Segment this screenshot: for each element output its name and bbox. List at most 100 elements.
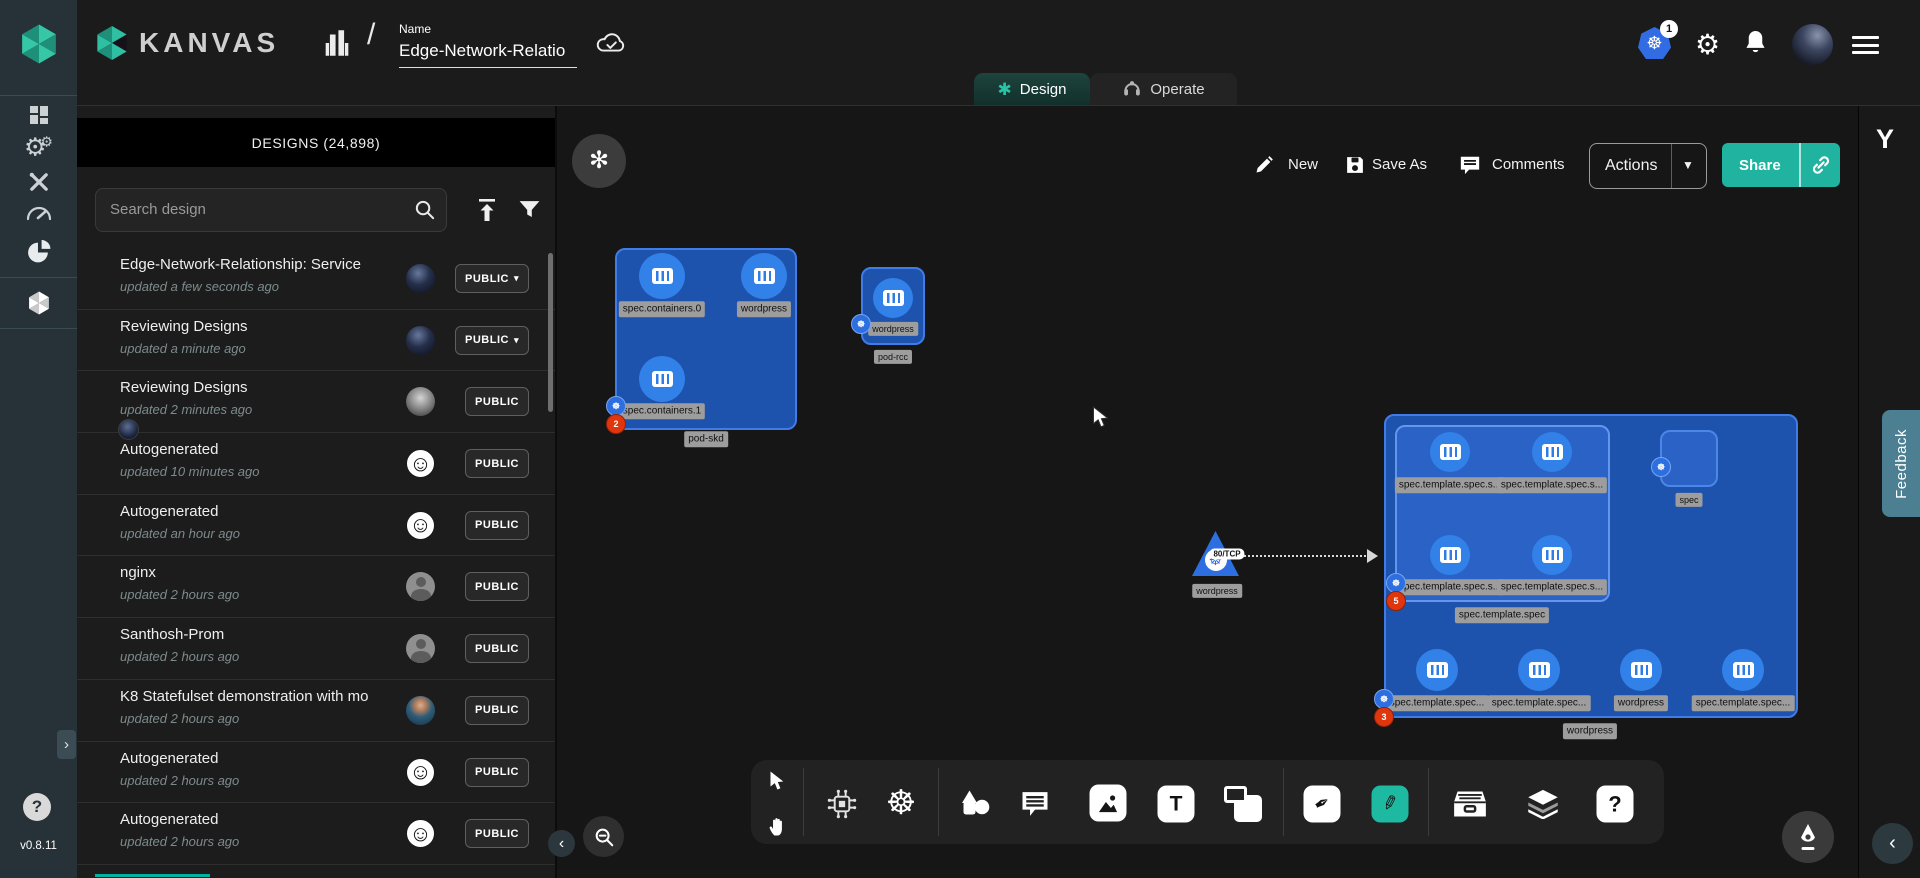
visibility-badge[interactable]: PUBLIC (465, 511, 529, 540)
visibility-badge[interactable]: PUBLIC (465, 634, 529, 663)
pan-hand-tool-icon[interactable] (768, 816, 789, 837)
dashboard-icon[interactable] (27, 103, 51, 127)
design-list-item[interactable]: Reviewing Designs updated a minute ago P… (77, 310, 555, 372)
component-chip-tool-icon[interactable] (825, 787, 859, 821)
visibility-dropdown[interactable]: PUBLIC▾ (455, 326, 529, 355)
tab-operate[interactable]: Operate (1090, 73, 1237, 105)
kubernetes-badge[interactable]: ☸ (851, 314, 871, 334)
chevron-down-icon[interactable]: ▼ (1682, 158, 1694, 172)
design-list-item[interactable]: Reviewing Designs updated 2 minutes ago … (77, 371, 555, 433)
kubernetes-badge[interactable]: ☸ (606, 396, 626, 416)
save-as-icon[interactable] (1345, 155, 1366, 176)
container-node[interactable] (873, 278, 913, 318)
text-tool-icon[interactable]: T (1158, 786, 1195, 823)
container-node[interactable] (1722, 649, 1764, 691)
design-list-item[interactable]: Autogenerated updated 10 minutes ago PUB… (77, 433, 555, 495)
tab-design[interactable]: ✱ Design (974, 73, 1090, 105)
error-count-badge[interactable]: 3 (1374, 707, 1394, 727)
design-list-item[interactable]: Autogenerated updated 2 hours ago PUBLIC (77, 803, 555, 865)
new-button[interactable]: New (1288, 156, 1318, 173)
help-tool-icon[interactable]: ? (1597, 786, 1634, 823)
container-node[interactable] (1430, 432, 1470, 472)
feedback-tab[interactable]: Feedback (1882, 410, 1920, 517)
design-list-item[interactable]: K8 Statefulset demonstration with mo upd… (77, 680, 555, 742)
settings-gear-icon[interactable]: ⚙ (1695, 31, 1720, 59)
node-spec[interactable] (1660, 430, 1718, 487)
toolbar-divider (1428, 768, 1429, 836)
new-design-icon[interactable] (1254, 155, 1274, 175)
container-node[interactable] (1416, 649, 1458, 691)
container-node[interactable] (1620, 649, 1662, 691)
kubernetes-badge[interactable]: ☸ (1374, 689, 1394, 709)
visibility-badge[interactable]: PUBLIC (465, 387, 529, 416)
upload-design-icon[interactable] (475, 197, 499, 223)
visibility-badge[interactable]: PUBLIC (465, 819, 529, 848)
design-list-item[interactable]: Autogenerated updated 2 hours ago PUBLIC (77, 742, 555, 804)
container-node[interactable] (741, 253, 787, 299)
visibility-dropdown[interactable]: PUBLIC▾ (455, 264, 529, 293)
panel-expand-handle[interactable]: › (57, 730, 76, 759)
visibility-badge[interactable]: PUBLIC (465, 696, 529, 725)
menu-hamburger-icon[interactable] (1852, 36, 1879, 59)
container-node[interactable] (639, 253, 685, 299)
image-tool-icon[interactable] (1090, 785, 1127, 822)
toolkit-icon[interactable] (27, 171, 50, 194)
list-scrollbar[interactable] (548, 253, 553, 412)
collapse-left-chevron[interactable]: ‹ (548, 830, 575, 857)
lifecycle-gears-icon[interactable]: ⚙ ⚙ (24, 136, 53, 161)
comment-tool-icon[interactable] (1020, 789, 1050, 819)
kubernetes-tool-icon[interactable]: ☸ (886, 786, 916, 820)
validate-panel-icon[interactable]: Y (1876, 124, 1894, 155)
share-button[interactable]: Share (1722, 143, 1840, 187)
help-button[interactable]: ? (23, 793, 51, 821)
design-list-item[interactable]: Edge-Network-Relationship: Service updat… (77, 248, 555, 310)
label-shape-tool-icon[interactable] (1224, 786, 1262, 822)
save-as-button[interactable]: Save As (1372, 156, 1427, 173)
pen-path-tool-icon[interactable]: ✒ (1304, 786, 1341, 823)
copy-link-icon[interactable] (1810, 154, 1832, 176)
canvas-menu-button[interactable]: ✻ (572, 134, 626, 188)
visibility-badge[interactable]: PUBLIC (465, 572, 529, 601)
container-node[interactable] (639, 356, 685, 402)
container-node[interactable] (1532, 535, 1572, 575)
design-updated: updated 10 minutes ago (120, 464, 260, 479)
import-drawer-tool-icon[interactable] (1453, 790, 1487, 818)
container-node[interactable] (1518, 649, 1560, 691)
design-list-item[interactable]: nginx updated 2 hours ago PUBLIC (77, 556, 555, 618)
zoom-button[interactable] (583, 816, 624, 857)
filter-icon[interactable] (517, 197, 542, 222)
error-count-badge[interactable]: 5 (1386, 591, 1406, 611)
design-list-item[interactable]: Santhosh-Prom updated 2 hours ago PUBLIC (77, 618, 555, 680)
edge-arrowhead (1367, 549, 1385, 563)
design-search-box[interactable] (95, 188, 447, 232)
design-list-item[interactable]: Autogenerated updated an hour ago PUBLIC (77, 495, 555, 557)
shapes-tool-icon[interactable] (959, 790, 992, 819)
visibility-badge[interactable]: PUBLIC (465, 758, 529, 787)
comments-icon[interactable] (1459, 154, 1481, 176)
kubernetes-badge[interactable]: ☸ (1386, 573, 1406, 593)
performance-icon[interactable] (26, 206, 52, 222)
search-input[interactable] (96, 189, 410, 229)
meshery-logo[interactable] (16, 21, 62, 67)
extensions-icon[interactable] (25, 239, 52, 266)
pen-mode-button[interactable] (1782, 811, 1834, 863)
container-node[interactable] (1430, 535, 1470, 575)
search-icon[interactable] (413, 198, 436, 221)
design-name-input[interactable]: Edge-Network-Relatio (399, 41, 565, 61)
kubernetes-badge[interactable]: ☸ (1651, 457, 1671, 477)
service-edge[interactable] (1241, 555, 1369, 557)
notifications-bell-icon[interactable] (1743, 30, 1768, 57)
container-node[interactable] (1532, 432, 1572, 472)
user-avatar[interactable] (1792, 24, 1833, 65)
node-spec-template-spec[interactable] (1395, 425, 1610, 602)
select-tool-icon[interactable] (769, 771, 788, 792)
collapse-right-chevron[interactable]: ‹ (1872, 823, 1913, 864)
organization-icon[interactable] (320, 26, 354, 60)
kanvas-icon[interactable] (25, 290, 52, 317)
freehand-draw-tool-icon[interactable]: ✎ (1372, 786, 1409, 823)
comments-button[interactable]: Comments (1492, 156, 1565, 173)
layers-tool-icon[interactable] (1527, 789, 1560, 819)
actions-button[interactable]: Actions ▼ (1589, 143, 1707, 189)
error-count-badge[interactable]: 2 (606, 414, 626, 434)
visibility-badge[interactable]: PUBLIC (465, 449, 529, 478)
